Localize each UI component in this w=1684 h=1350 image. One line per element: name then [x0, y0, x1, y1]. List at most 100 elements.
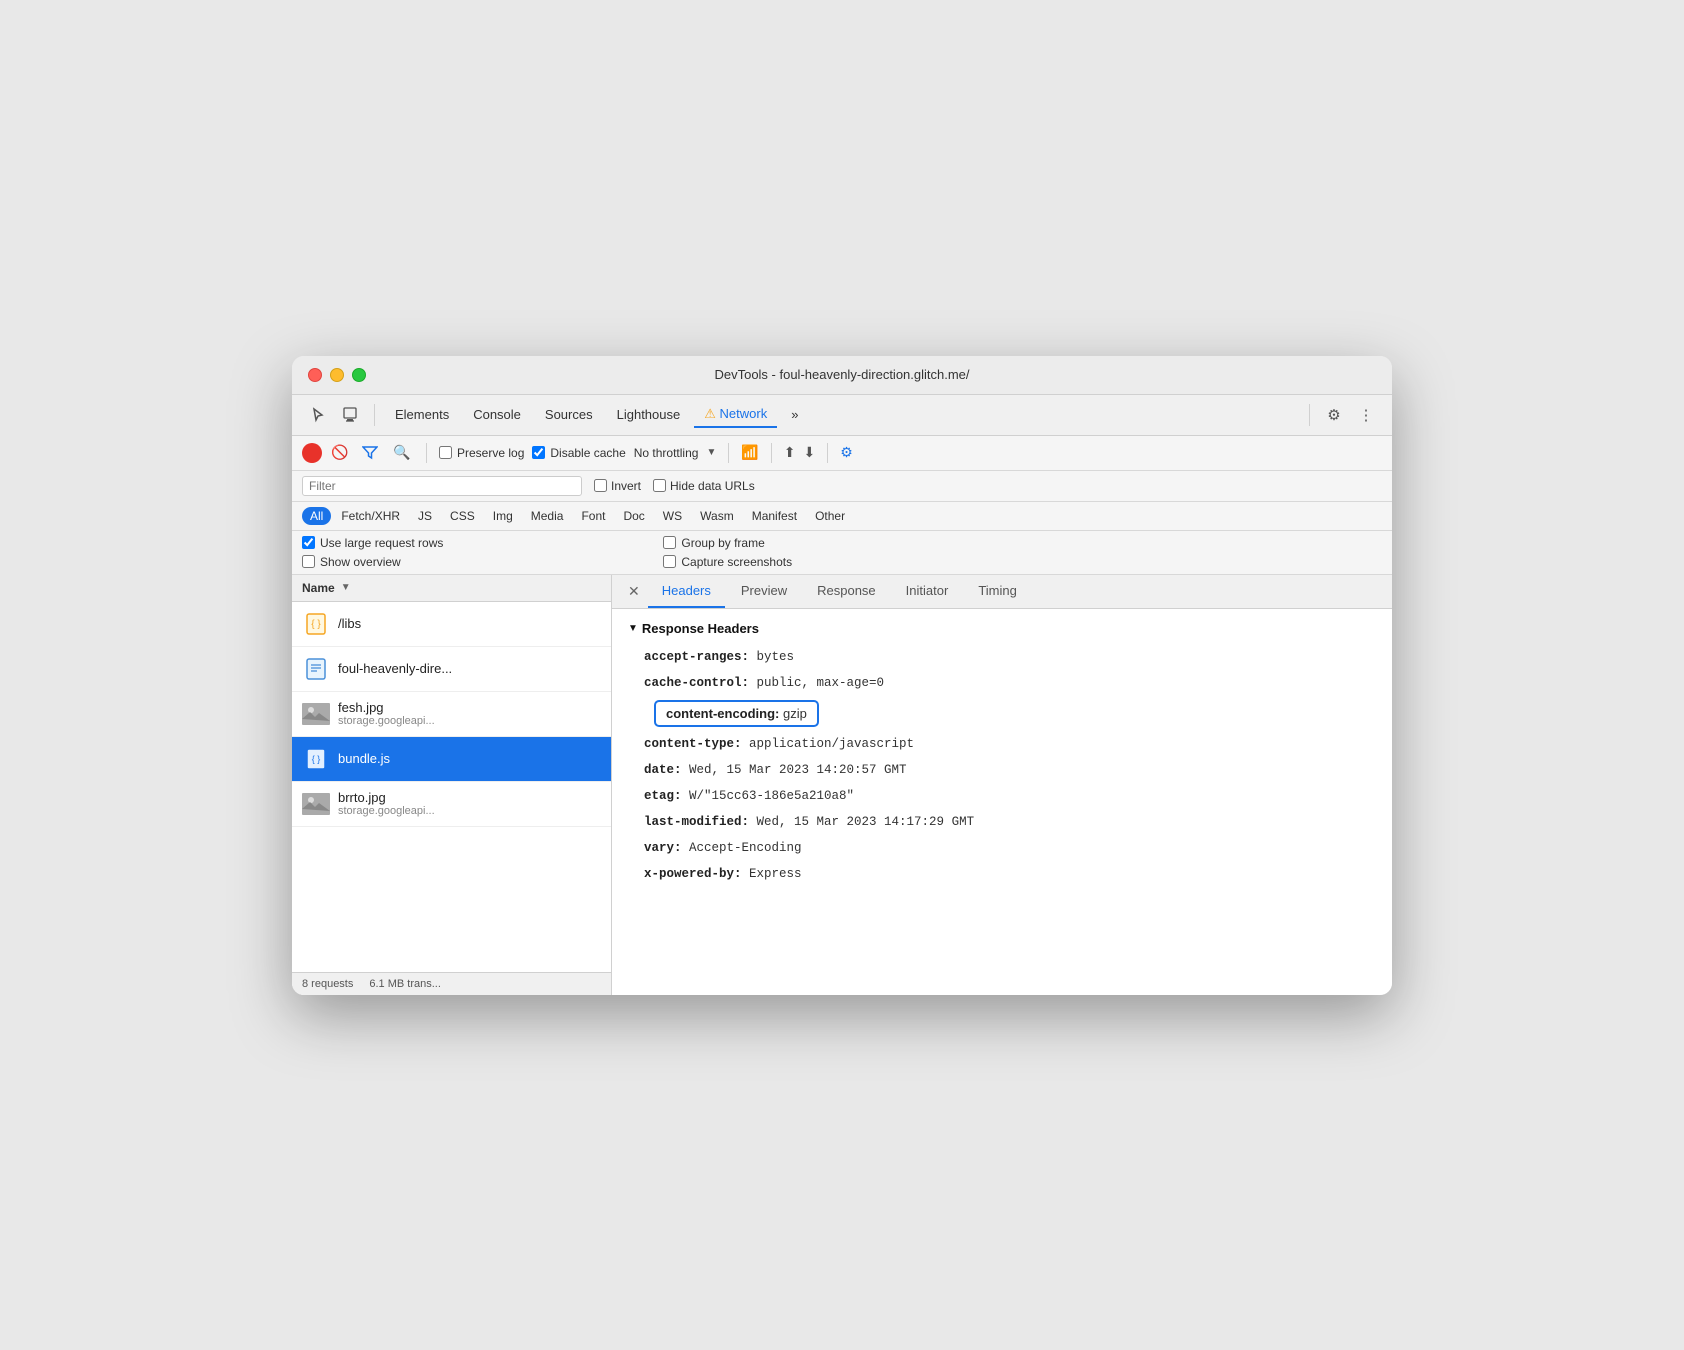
traffic-lights — [308, 368, 366, 382]
title-bar: DevTools - foul-heavenly-direction.glitc… — [292, 356, 1392, 395]
record-button[interactable] — [302, 443, 322, 463]
requests-count: 8 requests — [302, 978, 353, 990]
file-item-bundle[interactable]: { } bundle.js — [292, 737, 611, 782]
network-toolbar: 🚫 🔍 Preserve log Disable cache No thrott… — [292, 436, 1392, 471]
wifi-icon: 📶 — [741, 444, 758, 461]
group-by-frame-label[interactable]: Group by frame — [663, 536, 792, 550]
net-sep-3 — [771, 443, 772, 463]
tab-sources[interactable]: Sources — [535, 403, 603, 426]
more-icon[interactable]: ⋮ — [1352, 401, 1380, 429]
filter-input[interactable] — [309, 479, 575, 493]
detail-panel: ✕ Headers Preview Response Initiator Tim… — [612, 575, 1392, 995]
file-item-foul[interactable]: foul-heavenly-dire... — [292, 647, 611, 692]
preserve-log-label[interactable]: Preserve log — [439, 446, 524, 460]
use-large-rows-checkbox[interactable] — [302, 536, 315, 549]
capture-screenshots-label[interactable]: Capture screenshots — [663, 555, 792, 569]
main-toolbar: Elements Console Sources Lighthouse ⚠ Ne… — [292, 395, 1392, 436]
svg-text:{ }: { } — [311, 619, 321, 630]
close-button[interactable] — [308, 368, 322, 382]
show-overview-label[interactable]: Show overview — [302, 555, 443, 569]
net-sep-2 — [728, 443, 729, 463]
file-items: { } /libs — [292, 602, 611, 972]
tab-network-label: Network — [720, 406, 768, 421]
cursor-icon[interactable] — [304, 401, 332, 429]
close-detail-button[interactable]: ✕ — [622, 575, 646, 608]
response-headers-title: Response Headers — [628, 621, 1376, 636]
file-icon-brrto — [302, 790, 330, 818]
net-sep-1 — [426, 443, 427, 463]
stop-icon[interactable]: 🚫 — [330, 443, 350, 463]
type-btn-css[interactable]: CSS — [442, 507, 483, 525]
filter-bar: Invert Hide data URLs — [292, 471, 1392, 502]
tab-lighthouse[interactable]: Lighthouse — [607, 403, 691, 426]
type-btn-all[interactable]: All — [302, 507, 331, 525]
filter-input-wrapper — [302, 476, 582, 496]
type-btn-font[interactable]: Font — [573, 507, 613, 525]
file-sub-fesh: storage.googleapi... — [338, 715, 435, 727]
status-bar: 8 requests 6.1 MB trans... — [292, 972, 611, 995]
header-content-encoding: content-encoding: gzip — [654, 700, 819, 727]
type-btn-manifest[interactable]: Manifest — [744, 507, 805, 525]
window-title: DevTools - foul-heavenly-direction.glitc… — [714, 367, 969, 382]
maximize-button[interactable] — [352, 368, 366, 382]
file-item-libs[interactable]: { } /libs — [292, 602, 611, 647]
show-overview-checkbox[interactable] — [302, 555, 315, 568]
type-btn-doc[interactable]: Doc — [615, 507, 652, 525]
tab-preview[interactable]: Preview — [727, 575, 801, 608]
network-settings-icon[interactable]: ⚙ — [840, 444, 853, 461]
header-vary: vary: Accept-Encoding — [628, 835, 1376, 861]
file-item-brrto[interactable]: brrto.jpg storage.googleapi... — [292, 782, 611, 827]
net-sep-4 — [827, 443, 828, 463]
main-content: Name ▼ { } /libs — [292, 575, 1392, 995]
disable-cache-label[interactable]: Disable cache — [532, 446, 625, 460]
hide-data-urls-checkbox[interactable] — [653, 479, 666, 492]
type-btn-js[interactable]: JS — [410, 507, 440, 525]
type-btn-wasm[interactable]: Wasm — [692, 507, 742, 525]
download-icon[interactable]: ⬇ — [804, 444, 816, 461]
use-large-rows-label[interactable]: Use large request rows — [302, 536, 443, 550]
tab-initiator[interactable]: Initiator — [892, 575, 963, 608]
type-btn-img[interactable]: Img — [485, 507, 521, 525]
file-list-header-label: Name — [302, 581, 335, 595]
upload-icon[interactable]: ⬆ — [784, 444, 796, 461]
header-accept-ranges: accept-ranges: bytes — [628, 644, 1376, 670]
capture-screenshots-checkbox[interactable] — [663, 555, 676, 568]
type-btn-media[interactable]: Media — [523, 507, 572, 525]
type-btn-fetch-xhr[interactable]: Fetch/XHR — [333, 507, 408, 525]
tab-headers[interactable]: Headers — [648, 575, 725, 608]
file-name-foul: foul-heavenly-dire... — [338, 661, 452, 676]
detail-tabs: ✕ Headers Preview Response Initiator Tim… — [612, 575, 1392, 609]
tab-more[interactable]: » — [781, 403, 808, 426]
type-btn-other[interactable]: Other — [807, 507, 853, 525]
file-name-bundle: bundle.js — [338, 751, 390, 766]
tab-elements[interactable]: Elements — [385, 403, 459, 426]
device-icon[interactable] — [336, 401, 364, 429]
filter-icon[interactable] — [358, 441, 382, 465]
minimize-button[interactable] — [330, 368, 344, 382]
tab-console[interactable]: Console — [463, 403, 531, 426]
header-content-type: content-type: application/javascript — [628, 731, 1376, 757]
file-icon-fesh — [302, 700, 330, 728]
invert-checkbox[interactable] — [594, 479, 607, 492]
throttle-select[interactable]: No throttling — [634, 446, 699, 460]
tab-network[interactable]: ⚠ Network — [694, 402, 777, 428]
file-icon-libs: { } — [302, 610, 330, 638]
file-item-fesh[interactable]: fesh.jpg storage.googleapi... — [292, 692, 611, 737]
header-content-encoding-wrapper: content-encoding: gzip — [628, 696, 1376, 731]
type-btn-ws[interactable]: WS — [655, 507, 690, 525]
invert-label[interactable]: Invert — [594, 479, 641, 493]
settings-icon[interactable]: ⚙ — [1320, 401, 1348, 429]
tab-response[interactable]: Response — [803, 575, 890, 608]
file-sub-brrto: storage.googleapi... — [338, 805, 435, 817]
file-name-libs: /libs — [338, 616, 361, 631]
tab-timing[interactable]: Timing — [964, 575, 1031, 608]
file-info-brrto: brrto.jpg storage.googleapi... — [338, 790, 435, 817]
devtools-window: DevTools - foul-heavenly-direction.glitc… — [292, 356, 1392, 995]
throttle-dropdown-icon[interactable]: ▼ — [706, 447, 716, 458]
hide-data-urls-label[interactable]: Hide data URLs — [653, 479, 755, 493]
preserve-log-checkbox[interactable] — [439, 446, 452, 459]
header-last-modified: last-modified: Wed, 15 Mar 2023 14:17:29… — [628, 809, 1376, 835]
search-icon[interactable]: 🔍 — [390, 441, 414, 465]
disable-cache-checkbox[interactable] — [532, 446, 545, 459]
group-by-frame-checkbox[interactable] — [663, 536, 676, 549]
